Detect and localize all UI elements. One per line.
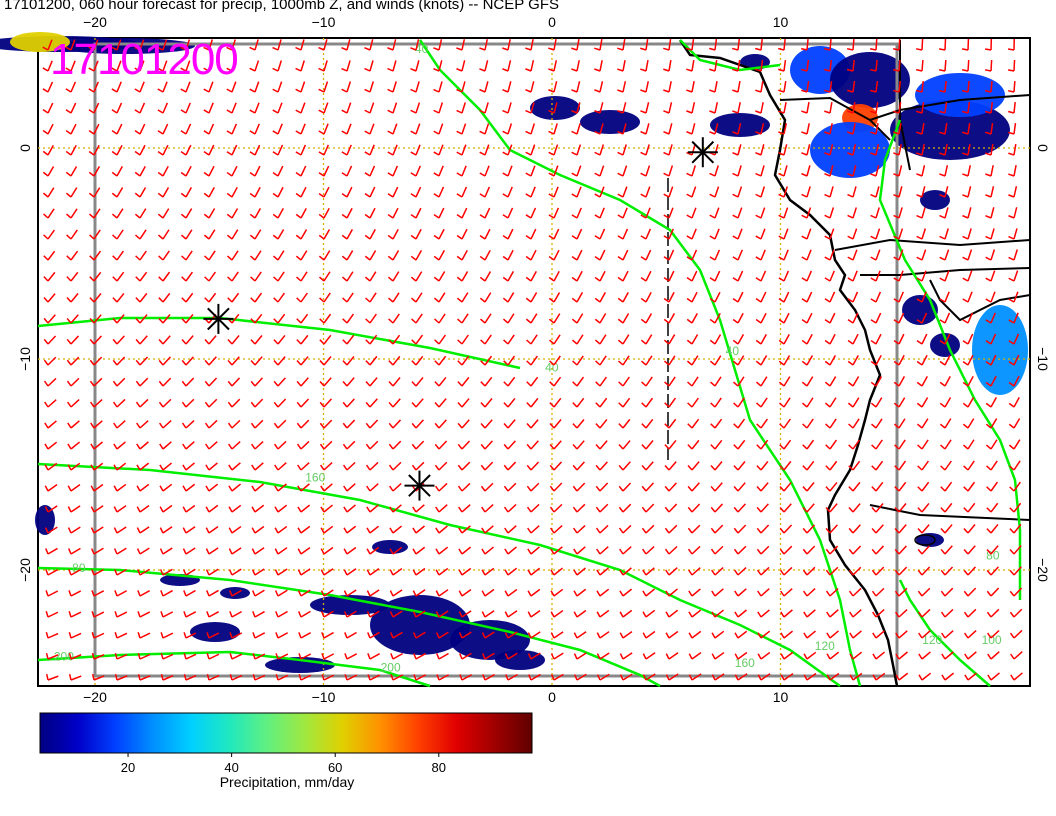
forecast-map: 4016080200200 1601204080120 10040 −20−20−1… (0, 14, 1051, 775)
x-tick-label-bottom: −20 (83, 689, 107, 705)
barb-staff (921, 38, 924, 51)
colorbar-tick-label: 20 (121, 760, 135, 775)
x-tick-label-bottom: −10 (312, 689, 336, 705)
contour-label: 200 (381, 660, 401, 674)
x-tick-label-top: 10 (773, 14, 789, 30)
precip-patch (495, 650, 545, 670)
barb-staff (1013, 80, 1016, 93)
colorbar-title: Precipitation, mm/day (219, 774, 355, 790)
asterisk-marker (404, 470, 435, 501)
barb-staff (967, 80, 970, 93)
barb-staff (990, 59, 993, 72)
colorbar-bar (39, 712, 533, 754)
colorbar: 20 40 60 80 (39, 712, 533, 775)
colorbar-tick-label: 40 (224, 760, 238, 775)
barb-staff (921, 59, 924, 72)
barb-staff (1013, 59, 1016, 72)
y-tick-label-right: −10 (1035, 347, 1051, 371)
date-stamp: 17101200 (50, 35, 239, 84)
barb-staff (967, 59, 970, 72)
precip-patch (220, 587, 250, 599)
x-tick-label-bottom: 0 (548, 689, 556, 705)
precip-patch (372, 540, 408, 554)
barb-staff (944, 38, 947, 51)
x-tick-label-top: −20 (83, 14, 107, 30)
contour-label: 100 (982, 633, 1002, 647)
asterisk-marker (687, 137, 718, 168)
barb-staff (829, 38, 832, 51)
y-tick-label-left: 0 (17, 144, 33, 152)
barb-staff (898, 38, 901, 51)
y-tick-label-left: −20 (17, 558, 33, 582)
barb-staff (898, 59, 901, 72)
barb-staff (852, 38, 855, 51)
barb-staff (806, 38, 809, 51)
contour-label: 160 (305, 470, 325, 484)
barb-flag (1007, 48, 1015, 51)
y-tick-label-right: −20 (1035, 558, 1051, 582)
asterisk-marker (203, 303, 234, 334)
precip-patch (902, 295, 938, 325)
barb-flag (961, 48, 969, 51)
y-tick-label-left: −10 (17, 347, 33, 371)
colorbar-tick-label: 60 (328, 760, 342, 775)
precip-patch (580, 110, 640, 134)
contour-label: 120 (815, 639, 835, 653)
precip-patch (190, 622, 240, 642)
barb-flag (984, 48, 992, 51)
y-tick-label-right: 0 (1035, 144, 1051, 152)
x-tick-label-bottom: 10 (773, 689, 789, 705)
contour-label: 40 (726, 344, 740, 358)
x-tick-label-top: 0 (548, 14, 556, 30)
precip-patch (972, 305, 1028, 395)
barb-staff (875, 38, 878, 51)
colorbar-tick-label: 80 (432, 760, 446, 775)
x-tick-label-top: −10 (312, 14, 336, 30)
barb-staff (990, 80, 993, 93)
barb-staff (944, 59, 947, 72)
